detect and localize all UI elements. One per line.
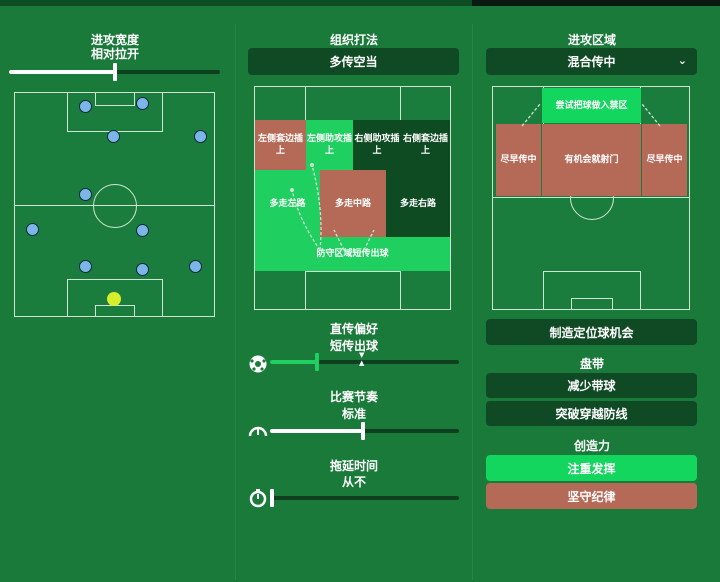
- passing-directness-slider[interactable]: [270, 360, 459, 364]
- passing-directness-value: 短传出球: [329, 339, 378, 353]
- dribbling-title: 盘带: [579, 357, 604, 371]
- six-yard-box-bottom: [95, 305, 135, 316]
- six-yard-box-bottom: [571, 298, 613, 309]
- goalkeeper-marker[interactable]: [107, 292, 121, 306]
- player-marker[interactable]: [189, 260, 202, 273]
- time-wasting-title: 拖延时间: [329, 459, 378, 473]
- penalty-box-top: [305, 87, 401, 122]
- play-style-dropdown[interactable]: 多传空当: [248, 48, 459, 75]
- passing-directness-knob[interactable]: [315, 353, 319, 371]
- player-marker[interactable]: [79, 188, 92, 201]
- time-wasting-value: 从不: [341, 475, 366, 489]
- player-marker[interactable]: [79, 260, 92, 273]
- speedometer-icon: [247, 422, 269, 440]
- play-style-title: 组织打法: [329, 33, 378, 47]
- passing-directness-title: 直传偏好: [329, 322, 378, 336]
- run-at-defence-option[interactable]: 突破穿越防线: [486, 401, 697, 426]
- time-wasting-knob[interactable]: [270, 489, 274, 507]
- six-yard-box-top: [95, 93, 135, 106]
- attacking-width-fill: [9, 70, 115, 74]
- player-marker[interactable]: [79, 100, 92, 113]
- cross-arrows: [521, 103, 661, 127]
- column-divider: [472, 24, 473, 580]
- penalty-box-bottom: [305, 271, 401, 309]
- soccer-ball-icon: [248, 354, 268, 374]
- player-marker[interactable]: [26, 223, 39, 236]
- attacking-width-knob[interactable]: [113, 63, 117, 81]
- column-divider: [235, 24, 236, 580]
- time-wasting-slider[interactable]: [270, 496, 459, 500]
- attack-area-dropdown[interactable]: 混合传中 ⌄: [486, 48, 697, 75]
- passing-directness-fill: [270, 360, 317, 364]
- tempo-fill: [270, 429, 363, 433]
- attack-area-dropdown-label: 混合传中: [567, 55, 616, 69]
- attacking-width-value: 相对拉开: [90, 47, 139, 61]
- stopwatch-icon: [248, 488, 268, 508]
- dribble-less-option[interactable]: 减少带球: [486, 373, 697, 398]
- player-marker[interactable]: [107, 130, 120, 143]
- attack-area-title: 进攻区域: [567, 33, 616, 47]
- disciplined-option[interactable]: 坚守纪律: [486, 483, 697, 509]
- player-marker[interactable]: [136, 97, 149, 110]
- top-bar-dark: [472, 0, 720, 6]
- passing-arrows: [290, 163, 375, 251]
- center-circle: [93, 184, 137, 228]
- tempo-title: 比赛节奏: [329, 390, 378, 404]
- tempo-value: 标准: [341, 407, 366, 421]
- formation-pitch: [14, 92, 215, 317]
- player-marker[interactable]: [136, 263, 149, 276]
- player-marker[interactable]: [194, 130, 207, 143]
- creative-freedom-option[interactable]: 注重发挥: [486, 455, 697, 481]
- player-marker[interactable]: [136, 224, 149, 237]
- top-bar: [0, 0, 720, 6]
- set-piece-button[interactable]: 制造定位球机会: [486, 319, 697, 345]
- creativity-title: 创造力: [573, 439, 610, 453]
- midpoint-marker-icon: ▼ ▲: [359, 351, 365, 367]
- chevron-down-icon: ⌄: [677, 54, 687, 67]
- tempo-knob[interactable]: [361, 422, 365, 440]
